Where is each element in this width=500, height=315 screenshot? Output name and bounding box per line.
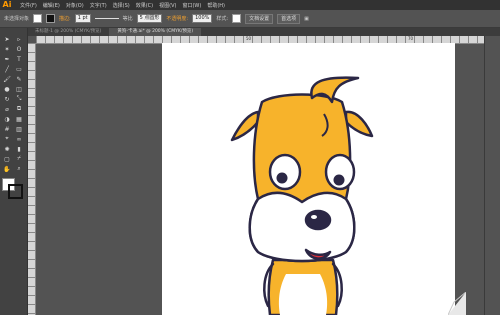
ruler-tick-70: 70: [408, 36, 414, 41]
menu-window[interactable]: 窗口(W): [182, 2, 201, 9]
style-swatch[interactable]: [232, 14, 242, 23]
shape-builder-icon[interactable]: ◑: [1, 114, 13, 124]
slice-icon[interactable]: ⌿: [13, 154, 25, 164]
tab-dog-cartoon[interactable]: 黄狗-卡通.ai* @ 200% (CMYK/预览): [109, 28, 202, 36]
app-logo: Ai: [2, 0, 12, 9]
menu-type[interactable]: 文字(T): [90, 2, 107, 9]
direct-selection-icon[interactable]: ▹: [13, 34, 25, 44]
stroke-swatch[interactable]: [46, 14, 56, 23]
pencil-icon[interactable]: ✎: [13, 74, 25, 84]
stroke-label: 描边:: [59, 16, 71, 22]
mesh-icon[interactable]: #: [1, 124, 13, 134]
menu-help[interactable]: 帮助(H): [207, 2, 225, 9]
tool-grid: ➤ ▹ ✶ ʘ ✒ T ╱ ▭ 🖌 ✎ ● ◫ ↻ ⤡ ⌀ ⧉ ◑ ▦ # ▥ ⌖ ∞ ✺ ▮ ▢ ⌿ ✋ ⌕: [1, 34, 26, 174]
menu-bar: Ai 文件(F) 编辑(E) 对象(O) 文字(T) 选择(S) 效果(C) 视…: [0, 0, 500, 10]
blob-brush-icon[interactable]: ●: [1, 84, 13, 94]
hand-icon[interactable]: ✋: [1, 164, 13, 174]
stroke-color-box[interactable]: [8, 184, 23, 199]
vertical-ruler: [27, 43, 36, 315]
tab-untitled[interactable]: 未标题-1 @ 200% (CMYK/预览): [27, 28, 109, 36]
rectangle-icon[interactable]: ▭: [13, 64, 25, 74]
stroke-profile-label[interactable]: 等比: [123, 15, 133, 22]
menu-select[interactable]: 选择(S): [113, 2, 130, 9]
magic-wand-icon[interactable]: ✶: [1, 44, 13, 54]
lasso-icon[interactable]: ʘ: [13, 44, 25, 54]
dog-right-pupil: [333, 174, 345, 186]
scale-icon[interactable]: ⤡: [13, 94, 25, 104]
page-curl-decoration: [448, 292, 466, 315]
preferences-button[interactable]: 首选项: [277, 13, 301, 24]
stroke-profile-line: [94, 18, 119, 19]
dog-nose-highlight: [311, 215, 317, 219]
opacity-label: 不透明度:: [166, 16, 189, 22]
width-icon[interactable]: ⌀: [1, 104, 13, 114]
menu-file[interactable]: 文件(F): [20, 2, 37, 9]
eraser-icon[interactable]: ◫: [13, 84, 25, 94]
document-tabs: 未标题-1 @ 200% (CMYK/预览) 黄狗-卡通.ai* @ 200% …: [27, 28, 500, 36]
document-setup-button[interactable]: 文档设置: [245, 13, 274, 24]
control-bar: 未选择对象 描边: 1 pt 等比 5 点圆形 不透明度: 100% 样式: 文…: [0, 10, 500, 28]
paintbrush-icon[interactable]: 🖌: [1, 74, 13, 84]
tools-panel: ➤ ▹ ✶ ʘ ✒ T ╱ ▭ 🖌 ✎ ● ◫ ↻ ⤡ ⌀ ⧉ ◑ ▦ # ▥ ⌖ ∞ ✺ ▮ ▢ ⌿ ✋ ⌕: [0, 28, 28, 315]
dog-left-eye: [268, 153, 302, 191]
blend-icon[interactable]: ∞: [13, 134, 25, 144]
dog-nose: [304, 209, 332, 231]
dog-muzzle: [248, 191, 356, 263]
style-label: 样式:: [216, 16, 229, 22]
opacity-field[interactable]: 100%: [192, 14, 213, 23]
selection-status: 未选择对象: [4, 16, 30, 22]
brush-dropdown[interactable]: 5 点圆形: [136, 14, 163, 23]
rotate-icon[interactable]: ↻: [1, 94, 13, 104]
dog-right-ear: [344, 110, 374, 138]
fill-swatch[interactable]: [33, 14, 43, 23]
graph-icon[interactable]: ▮: [13, 144, 25, 154]
menu-edit[interactable]: 编辑(E): [43, 2, 60, 9]
selection-icon[interactable]: ➤: [1, 34, 13, 44]
dog-left-pupil: [276, 172, 288, 184]
dog-belly: [278, 274, 328, 315]
menu-object[interactable]: 对象(O): [66, 2, 84, 9]
arrange-icon[interactable]: ▣: [304, 16, 309, 22]
perspective-icon[interactable]: ▦: [13, 114, 25, 124]
line-icon[interactable]: ╱: [1, 64, 13, 74]
pen-icon[interactable]: ✒: [1, 54, 13, 64]
ruler-tick-50: 50: [246, 36, 252, 41]
right-panel-strip: [484, 36, 500, 315]
free-transform-icon[interactable]: ⧉: [13, 104, 25, 114]
menu-view[interactable]: 视图(V): [159, 2, 176, 9]
stroke-weight-dropdown[interactable]: 1 pt: [74, 14, 91, 23]
gradient-icon[interactable]: ▥: [13, 124, 25, 134]
artboard-icon[interactable]: ▢: [1, 154, 13, 164]
type-icon[interactable]: T: [13, 54, 25, 64]
symbol-sprayer-icon[interactable]: ✺: [1, 144, 13, 154]
eyedropper-icon[interactable]: ⌖: [1, 134, 13, 144]
cartoon-dog-illustration[interactable]: [228, 74, 374, 315]
zoom-icon[interactable]: ⌕: [13, 164, 25, 174]
menu-effect[interactable]: 效果(C): [136, 2, 153, 9]
